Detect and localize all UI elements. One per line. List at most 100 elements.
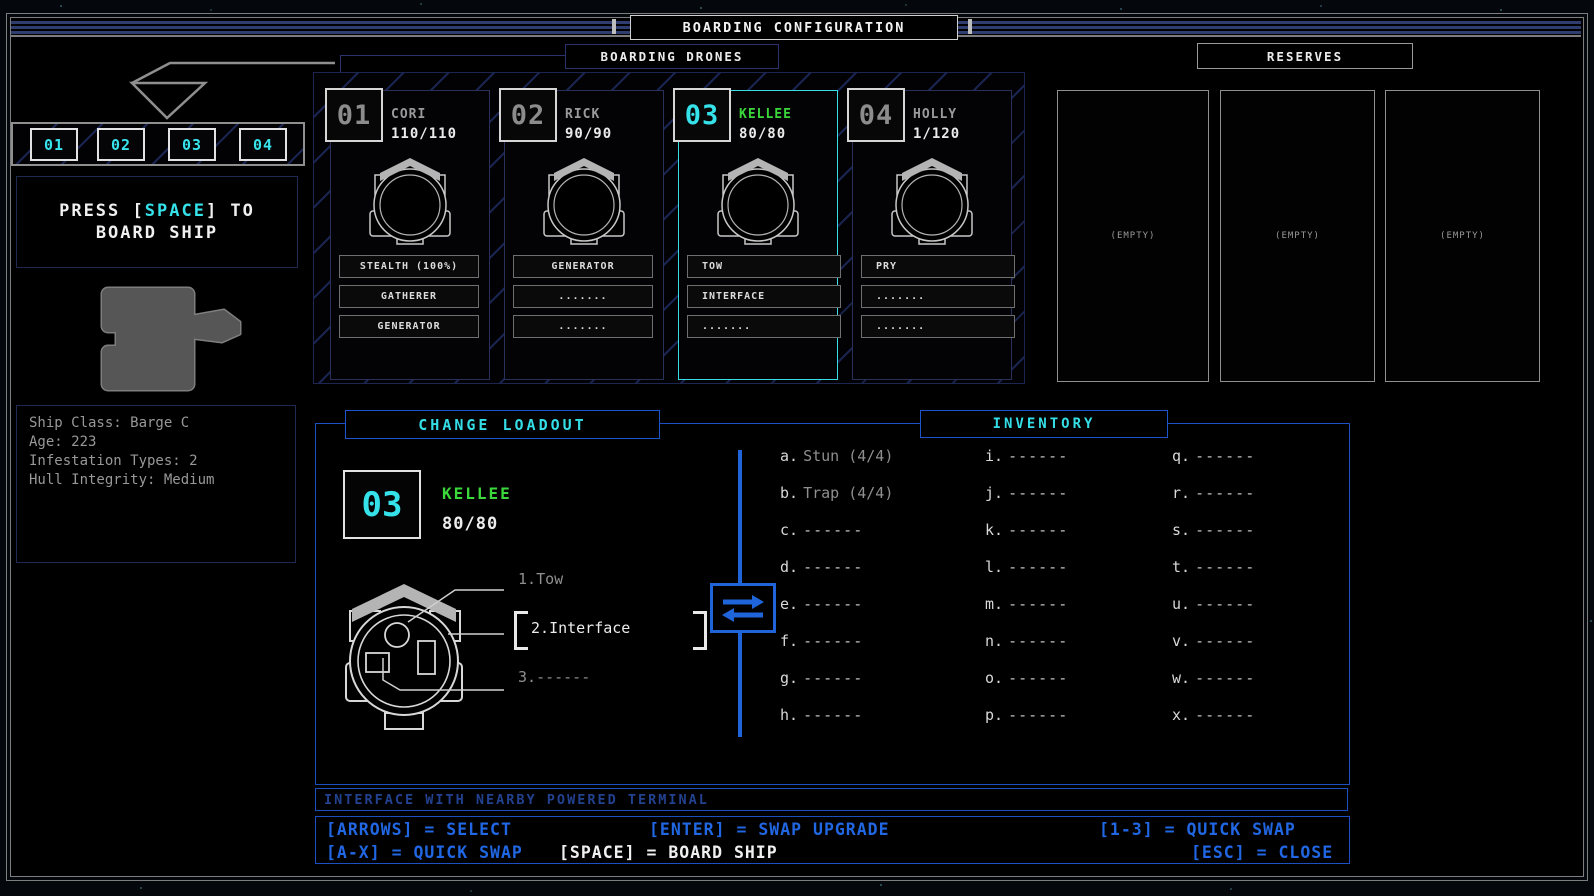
shortcut-a-x-quick-swap: [A-X] = QUICK SWAP <box>326 843 523 862</box>
shortcut-1-3-quick-swap: [1-3] = QUICK SWAP <box>1099 820 1296 839</box>
inventory-item[interactable]: f.------ <box>780 632 893 648</box>
inventory-item[interactable]: i.------ <box>985 447 1068 463</box>
ship-silhouette <box>72 282 244 396</box>
ship-class: Ship Class: Barge C <box>29 414 283 433</box>
inventory-item[interactable]: p.------ <box>985 706 1068 722</box>
sidebar-tab-04[interactable]: 04 <box>239 128 287 161</box>
inventory-item[interactable]: e.------ <box>780 595 893 611</box>
reserve-slot-3[interactable]: (EMPTY) <box>1385 90 1540 382</box>
inventory-item[interactable]: l.------ <box>985 558 1068 574</box>
inventory-item[interactable]: b.Trap (4/4) <box>780 484 893 500</box>
ship-hull-integrity: Hull Integrity: Medium <box>29 471 283 490</box>
drone-number-badge: 03 <box>673 88 731 142</box>
drone-card-01[interactable]: 01 Cori 110/110 Stealth (100%) Gatherer … <box>330 90 490 380</box>
selected-drone-name: Kellee <box>442 484 512 503</box>
upgrade-slot[interactable]: ....... <box>687 315 841 338</box>
upgrade-slot[interactable]: Stealth (100%) <box>339 255 479 278</box>
inventory-item[interactable]: s.------ <box>1172 521 1255 537</box>
inventory-item[interactable]: a.Stun (4/4) <box>780 447 893 463</box>
change-loadout-header: CHANGE LOADOUT <box>345 410 660 439</box>
drone-icon <box>703 147 813 249</box>
inventory-item[interactable]: m.------ <box>985 595 1068 611</box>
drone-icon <box>355 147 465 249</box>
shortcuts-bar: [ARROWS] = SELECT [ENTER] = SWAP UPGRADE… <box>315 816 1350 864</box>
reserve-slot-label: (EMPTY) <box>1275 231 1320 241</box>
sidebar-tab-02[interactable]: 02 <box>97 128 145 161</box>
drones-header-connector-h <box>340 55 566 56</box>
loadout-slot-1[interactable]: 1.Tow <box>518 570 563 588</box>
upgrade-slot[interactable]: ....... <box>513 315 653 338</box>
inventory-item[interactable]: x.------ <box>1172 706 1255 722</box>
board-ship-prompt: PRESS [SPACE] TO BOARD SHIP <box>16 176 298 268</box>
upgrade-slot[interactable]: Tow <box>687 255 841 278</box>
inventory-item[interactable]: c.------ <box>780 521 893 537</box>
drone-icon <box>877 147 987 249</box>
upgrade-slot[interactable]: ....... <box>513 285 653 308</box>
drone-name: Rick <box>565 107 600 122</box>
ship-infestation: Infestation Types: 2 <box>29 452 283 471</box>
board-ship-prompt-line1: PRESS [SPACE] TO <box>59 201 255 221</box>
inventory-item[interactable]: n.------ <box>985 632 1068 648</box>
upgrade-slot[interactable]: ....... <box>861 285 1015 308</box>
drone-icon <box>529 147 639 249</box>
drone-hp: 90/90 <box>565 126 612 142</box>
reserve-slot-label: (EMPTY) <box>1111 231 1156 241</box>
drone-card-02[interactable]: 02 Rick 90/90 Generator ....... ....... <box>504 90 664 380</box>
upgrade-slot[interactable]: Interface <box>687 285 841 308</box>
selected-drone-hp: 80/80 <box>442 514 498 534</box>
inventory-item[interactable]: u.------ <box>1172 595 1255 611</box>
drone-name: Kellee <box>739 107 792 122</box>
inventory-item[interactable]: v.------ <box>1172 632 1255 648</box>
upgrade-slot[interactable]: ....... <box>861 315 1015 338</box>
board-ship-prompt-line2: BOARD SHIP <box>96 223 218 243</box>
title-separator-left <box>612 19 616 34</box>
sidebar-tab-01[interactable]: 01 <box>30 128 78 161</box>
funnel-arrow-icon <box>120 55 345 125</box>
selection-bracket-right <box>693 611 707 650</box>
reserve-slot-2[interactable]: (EMPTY) <box>1220 90 1375 382</box>
inventory-item[interactable]: k.------ <box>985 521 1068 537</box>
drone-hp: 80/80 <box>739 126 786 142</box>
selection-bracket-left <box>514 611 528 650</box>
inventory-header: INVENTORY <box>920 410 1168 438</box>
swap-icon[interactable] <box>710 583 776 633</box>
inventory-column-3: q.------ r.------ s.------ t.------ u.--… <box>1172 447 1255 722</box>
inventory-column-1: a.Stun (4/4) b.Trap (4/4) c.------ d.---… <box>780 447 893 722</box>
inventory-item[interactable]: h.------ <box>780 706 893 722</box>
drone-hp: 1/120 <box>913 126 960 142</box>
ship-age: Age: 223 <box>29 433 283 452</box>
upgrade-slot[interactable]: Generator <box>513 255 653 278</box>
drone-number-badge: 04 <box>847 88 905 142</box>
title-separator-right <box>968 19 972 34</box>
inventory-item[interactable]: g.------ <box>780 669 893 685</box>
inventory-item[interactable]: t.------ <box>1172 558 1255 574</box>
inventory-column-2: i.------ j.------ k.------ l.------ m.--… <box>985 447 1068 722</box>
upgrade-slot[interactable]: Pry <box>861 255 1015 278</box>
reserve-slot-1[interactable]: (EMPTY) <box>1057 90 1209 382</box>
upgrade-slot[interactable]: Gatherer <box>339 285 479 308</box>
page-title: BOARDING CONFIGURATION <box>630 15 958 40</box>
shortcut-arrows-select: [ARROWS] = SELECT <box>326 820 512 839</box>
upgrade-slot[interactable]: Generator <box>339 315 479 338</box>
shortcut-space-board-ship: [SPACE] = BOARD SHIP <box>559 843 778 862</box>
shortcut-enter-swap-upgrade: [ENTER] = SWAP UPGRADE <box>649 820 890 839</box>
inventory-item[interactable]: j.------ <box>985 484 1068 500</box>
drone-card-04[interactable]: 04 Holly 1/120 Pry ....... ....... <box>852 90 1012 380</box>
drone-card-03-selected[interactable]: 03 Kellee 80/80 Tow Interface ....... <box>678 90 838 380</box>
inventory-item[interactable]: r.------ <box>1172 484 1255 500</box>
drone-number-badge: 02 <box>499 88 557 142</box>
inventory-item[interactable]: w.------ <box>1172 669 1255 685</box>
drone-hp: 110/110 <box>391 126 457 142</box>
reserves-header: RESERVES <box>1197 43 1413 69</box>
inventory-item[interactable]: q.------ <box>1172 447 1255 463</box>
loadout-slot-2-selected[interactable]: 2.Interface <box>531 619 630 637</box>
drone-name: Holly <box>913 107 957 122</box>
reserve-slot-label: (EMPTY) <box>1440 231 1485 241</box>
ship-info-panel: Ship Class: Barge C Age: 223 Infestation… <box>16 405 296 563</box>
inventory-item[interactable]: o.------ <box>985 669 1068 685</box>
drone-tab-strip: 01 02 03 04 <box>11 122 305 166</box>
sidebar-tab-03[interactable]: 03 <box>168 128 216 161</box>
loadout-slot-3[interactable]: 3.------ <box>518 668 590 686</box>
inventory-item[interactable]: d.------ <box>780 558 893 574</box>
terminal-hint-text: INTERFACE WITH NEARBY POWERED TERMINAL <box>324 792 709 808</box>
